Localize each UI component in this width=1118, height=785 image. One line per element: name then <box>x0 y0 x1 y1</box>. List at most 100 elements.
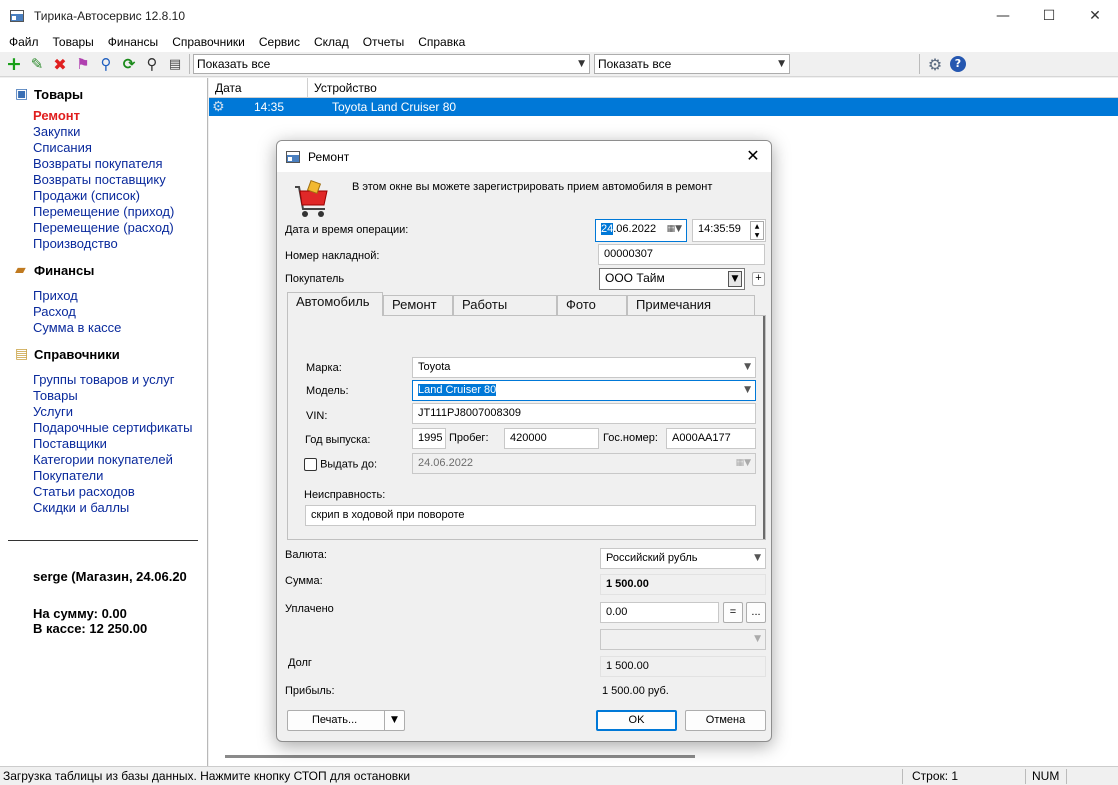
nav-panel: ▣ Товары Ремонт Закупки Списания Возврат… <box>0 78 208 766</box>
make-value: Toyota <box>418 361 451 373</box>
filter-combo-1-value: Показать все <box>197 57 271 71</box>
customer-label: Покупатель <box>285 273 345 285</box>
payment-options-button[interactable]: ... <box>746 602 766 623</box>
nav-item-customer-returns[interactable]: Возвраты покупателя <box>0 156 207 172</box>
nav-item-discounts[interactable]: Скидки и баллы <box>0 500 207 516</box>
nav-item-goods[interactable]: Товары <box>0 388 207 404</box>
year-field[interactable]: 1995 <box>412 428 446 449</box>
minimize-button[interactable]: — <box>980 0 1026 32</box>
issue-until-label: Выдать до: <box>320 458 378 471</box>
nav-item-gift-certificates[interactable]: Подарочные сертификаты <box>0 420 207 436</box>
filter-combo-2[interactable]: Показать все ▼ <box>594 54 790 74</box>
nav-item-expense[interactable]: Расход <box>0 304 207 320</box>
maximize-button[interactable]: ☐ <box>1026 0 1072 32</box>
model-combo[interactable]: Land Cruiser 80 ▼ <box>412 380 756 401</box>
nav-item-sales-list[interactable]: Продажи (список) <box>0 188 207 204</box>
tab-works[interactable]: Работы <box>453 295 557 315</box>
edit-icon[interactable]: ✎ <box>26 53 48 75</box>
menu-finance[interactable]: Финансы <box>101 33 165 51</box>
pay-full-button[interactable]: = <box>723 602 743 623</box>
box-icon: ▣ <box>15 86 29 102</box>
column-header-device[interactable]: Устройство <box>308 78 1117 97</box>
cancel-button[interactable]: Отмена <box>685 710 766 731</box>
nav-item-repair[interactable]: Ремонт <box>0 108 207 124</box>
menu-service[interactable]: Сервис <box>252 33 307 51</box>
delete-icon[interactable]: ✖ <box>49 53 71 75</box>
operation-time-field[interactable]: 14:35:59 ▲ ▼ <box>692 219 766 242</box>
operation-date-label: Дата и время операции: <box>285 224 409 236</box>
help-icon[interactable]: ? <box>947 53 969 75</box>
nav-item-purchases[interactable]: Закупки <box>0 124 207 140</box>
nav-item-income[interactable]: Приход <box>0 288 207 304</box>
menu-warehouse[interactable]: Склад <box>307 33 356 51</box>
make-combo[interactable]: Toyota ▼ <box>412 357 756 378</box>
search-icon[interactable]: ⚲ <box>141 53 163 75</box>
nav-item-suppliers[interactable]: Поставщики <box>0 436 207 452</box>
shopping-cart-icon <box>289 179 333 223</box>
filter-combo-1[interactable]: Показать все ▼ <box>193 54 590 74</box>
operation-date-picker[interactable]: 24.06.2022 ▦▼ <box>595 219 687 242</box>
nav-section-title: Товары <box>34 86 84 102</box>
add-icon[interactable]: + <box>3 53 25 75</box>
nav-section-title: Финансы <box>34 262 95 278</box>
toolbar-separator <box>189 54 190 74</box>
nav-item-expense-items[interactable]: Статьи расходов <box>0 484 207 500</box>
menu-references[interactable]: Справочники <box>165 33 252 51</box>
nav-item-cash-sum[interactable]: Сумма в кассе <box>0 320 207 336</box>
nav-item-transfer-out[interactable]: Перемещение (расход) <box>0 220 207 236</box>
nav-item-goods-groups[interactable]: Группы товаров и услуг <box>0 372 207 388</box>
operation-date-rest: .06.2022 <box>613 223 657 235</box>
menu-bar: Файл Товары Финансы Справочники Сервис С… <box>0 32 1118 52</box>
gear-icon: ⚙ <box>212 99 225 115</box>
nav-item-writeoffs[interactable]: Списания <box>0 140 207 156</box>
tab-notes[interactable]: Примечания <box>627 295 755 315</box>
sum-field: 1 500.00 <box>600 574 766 595</box>
nav-item-transfer-in[interactable]: Перемещение (приход) <box>0 204 207 220</box>
refresh-icon[interactable]: ⟳ <box>118 53 140 75</box>
status-num-lock: NUM <box>1032 769 1060 783</box>
tab-car[interactable]: Автомобиль <box>287 292 383 316</box>
mileage-field[interactable]: 420000 <box>504 428 599 449</box>
nav-item-customer-categories[interactable]: Категории покупателей <box>0 452 207 468</box>
customer-combo[interactable]: ООО Тайм ▼ <box>599 268 745 290</box>
menu-reports[interactable]: Отчеты <box>356 33 411 51</box>
flag-icon[interactable]: ⚑ <box>72 53 94 75</box>
ok-button[interactable]: OK <box>596 710 677 731</box>
print-button[interactable]: Печать... ▼ <box>287 710 405 731</box>
invoice-number-field[interactable]: 00000307 <box>598 244 765 265</box>
close-icon[interactable]: ✕ <box>743 146 763 166</box>
nav-section-finance[interactable]: ▰ Финансы <box>0 260 207 280</box>
payment-method-combo[interactable]: ▼ <box>600 629 766 650</box>
menu-file[interactable]: Файл <box>2 33 46 51</box>
row-time: 14:35 <box>254 100 285 114</box>
dialog-title-bar: Ремонт ✕ <box>277 141 771 172</box>
nav-item-services[interactable]: Услуги <box>0 404 207 420</box>
horizontal-scrollbar[interactable] <box>225 755 695 758</box>
tab-photo[interactable]: Фото <box>557 295 627 315</box>
print-icon[interactable]: ▤ <box>164 53 186 75</box>
issue-until-checkbox[interactable] <box>304 458 317 471</box>
paid-field[interactable]: 0.00 <box>600 602 719 623</box>
nav-section-goods[interactable]: ▣ Товары <box>0 84 207 104</box>
issue-until-date-picker[interactable]: 24.06.2022 ▦▼ <box>412 453 756 474</box>
add-customer-button[interactable]: + <box>752 272 765 286</box>
nav-item-customers[interactable]: Покупатели <box>0 468 207 484</box>
vin-field[interactable]: JT111PJ8007008309 <box>412 403 756 424</box>
operation-time-value: 14:35:59 <box>698 223 741 235</box>
menu-goods[interactable]: Товары <box>46 33 101 51</box>
plate-field[interactable]: А000АА177 <box>666 428 756 449</box>
column-header-date[interactable]: Дата <box>209 78 308 97</box>
table-row[interactable]: ⚙ 14:35 Toyota Land Cruiser 80 <box>209 98 1118 116</box>
currency-combo[interactable]: Российский рубль ▼ <box>600 548 766 569</box>
time-spinner[interactable]: ▲ ▼ <box>750 221 764 240</box>
nav-item-production[interactable]: Производство <box>0 236 207 252</box>
menu-help[interactable]: Справка <box>411 33 472 51</box>
nav-item-supplier-returns[interactable]: Возвраты поставщику <box>0 172 207 188</box>
link-icon[interactable]: ⚲ <box>95 53 117 75</box>
close-button[interactable]: ✕ <box>1072 0 1118 32</box>
chevron-down-icon[interactable]: ▼ <box>384 711 404 730</box>
tab-repair[interactable]: Ремонт <box>383 295 453 315</box>
fault-field[interactable]: скрип в ходовой при повороте <box>305 505 756 526</box>
nav-section-references[interactable]: ▤ Справочники <box>0 344 207 364</box>
gear-icon[interactable]: ⚙ <box>924 53 946 75</box>
